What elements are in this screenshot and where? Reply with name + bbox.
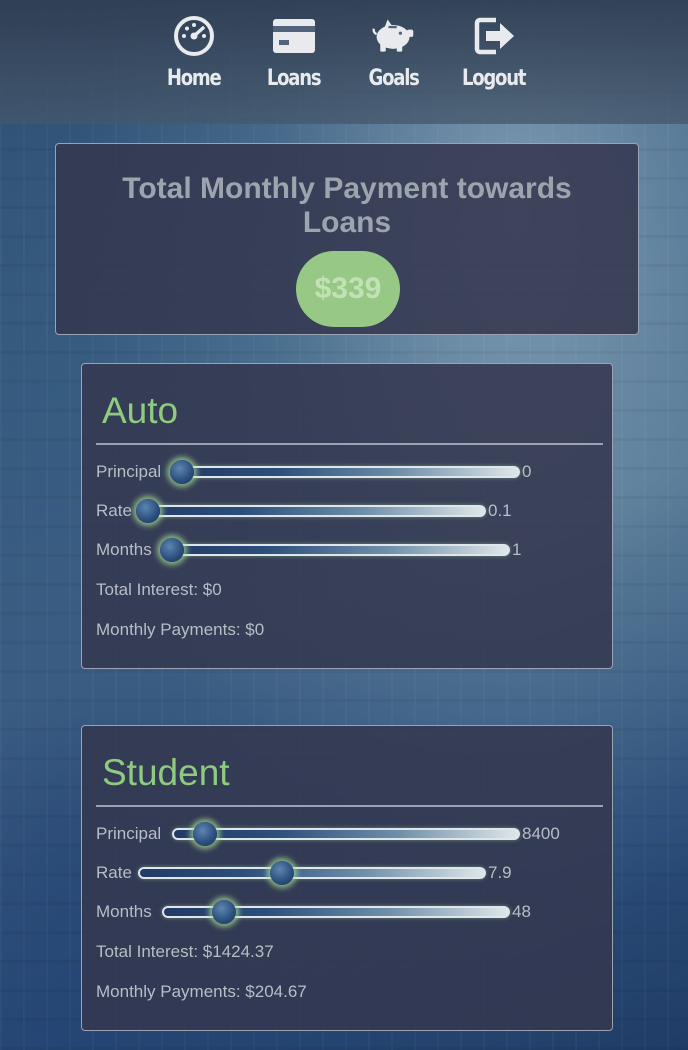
student-rate-slider[interactable] — [138, 867, 486, 879]
nav-label-home: Home — [167, 66, 222, 91]
auto-principal-slider[interactable] — [172, 466, 520, 478]
auto-months-thumb[interactable] — [160, 538, 184, 562]
nav-label-loans: Loans — [267, 66, 322, 91]
auto-rate-value: 0.1 — [488, 501, 512, 520]
student-months-value: 48 — [512, 902, 531, 921]
student-principal-slider[interactable] — [172, 828, 520, 840]
auto-months-slider[interactable] — [162, 544, 510, 556]
student-months-thumb[interactable] — [212, 900, 237, 924]
auto-months-label: Months — [96, 540, 152, 559]
student-principal-label: Principal — [96, 824, 162, 843]
nav-item-home[interactable]: Home — [162, 14, 226, 91]
student-principal-row: Principal 8400 — [96, 820, 596, 848]
logout-icon — [472, 14, 516, 58]
nav-label-goals: Goals — [368, 66, 420, 91]
auto-monthly-payments: Monthly Payments: $0 — [96, 620, 265, 639]
student-months-row: Months 48 — [96, 898, 596, 926]
nav-item-loans[interactable]: Loans — [262, 14, 326, 91]
auto-loan-title: Auto — [102, 390, 179, 431]
auto-months-value: 1 — [512, 540, 522, 559]
student-rate-value: 7.9 — [488, 863, 512, 882]
student-rate-row: Rate 7.9 — [96, 859, 596, 887]
student-principal-value: 8400 — [522, 824, 560, 843]
auto-total-interest: Total Interest: $0 — [96, 580, 222, 599]
divider — [96, 805, 603, 807]
auto-rate-row: Rate 0.1 — [96, 497, 596, 525]
auto-principal-label: Principal — [96, 462, 162, 481]
auto-rate-label: Rate — [96, 501, 132, 520]
student-loan-title: Student — [102, 752, 230, 793]
auto-months-row: Months 1 — [96, 536, 596, 564]
auto-principal-thumb[interactable] — [170, 460, 194, 484]
student-months-label: Months — [96, 902, 152, 921]
auto-principal-row: Principal 0 — [96, 458, 596, 486]
top-nav: Home Loans Goals Logout — [0, 0, 688, 124]
auto-loan-panel: Auto Principal 0 Rate 0.1 Months 1 Total… — [81, 363, 613, 669]
student-monthly-payments: Monthly Payments: $204.67 — [96, 982, 307, 1001]
auto-rate-slider[interactable] — [138, 505, 486, 517]
nav-item-goals[interactable]: Goals — [362, 14, 426, 91]
student-total-interest: Total Interest: $1424.37 — [96, 942, 274, 961]
total-payment-title: Total Monthly Payment towards Loans — [122, 172, 572, 239]
nav-item-logout[interactable]: Logout — [462, 14, 527, 91]
auto-rate-thumb[interactable] — [136, 499, 160, 523]
student-rate-thumb[interactable] — [270, 861, 295, 885]
credit-card-icon — [272, 14, 316, 58]
student-loan-panel: Student Principal 8400 Rate 7.9 Months 4… — [81, 725, 613, 1031]
total-payment-amount: $339 — [296, 251, 400, 327]
divider — [96, 443, 603, 445]
auto-principal-value: 0 — [522, 462, 532, 481]
dashboard-icon — [172, 14, 216, 58]
total-payment-panel: Total Monthly Payment towards Loans $339 — [55, 143, 639, 335]
nav-label-logout: Logout — [462, 66, 527, 91]
student-principal-thumb[interactable] — [192, 822, 217, 846]
nav-items: Home Loans Goals Logout — [0, 14, 688, 91]
student-rate-label: Rate — [96, 863, 132, 882]
piggy-bank-icon — [372, 14, 416, 58]
